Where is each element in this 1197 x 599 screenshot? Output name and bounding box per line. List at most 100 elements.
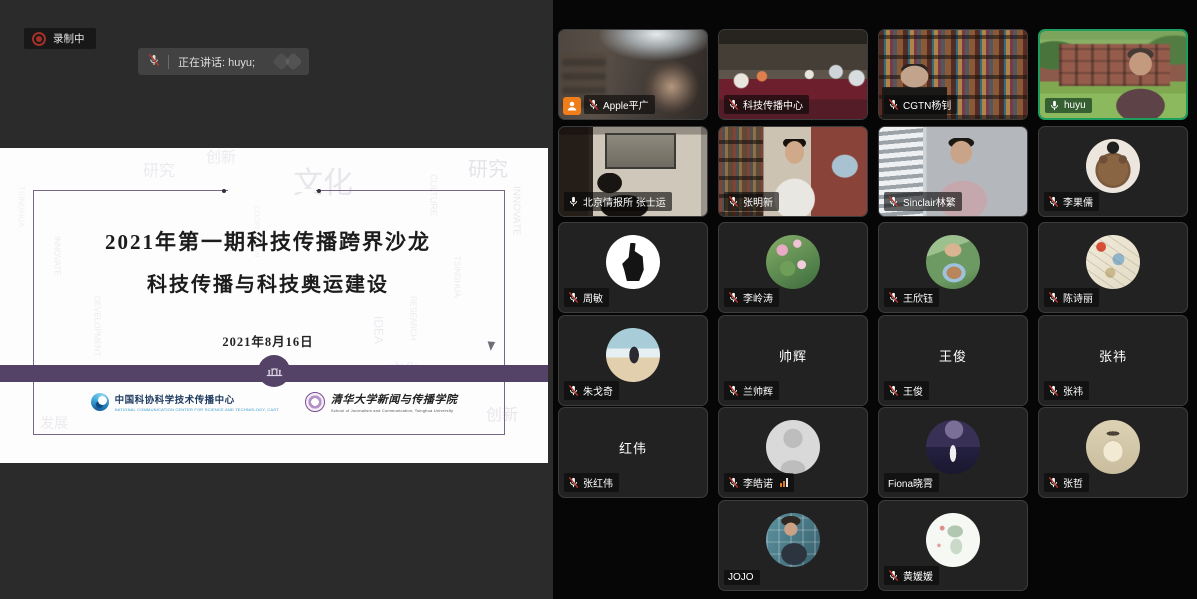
participant-tile[interactable]: 北京情报所 张士运 <box>558 126 708 217</box>
participant-name-bar: Sinclair林繁 <box>884 192 962 211</box>
participant-name: Sinclair林繁 <box>903 194 956 209</box>
participants-grid: Apple平广 科技传播中心 CGTN杨钊 huyu 北京情报所 张士运 张明新 Sincl… <box>553 0 1197 599</box>
participant-name: 李果儒 <box>1063 194 1093 209</box>
gate-icon <box>266 365 283 377</box>
participant-name: 张红伟 <box>583 475 613 490</box>
participant-tile[interactable]: 王欣钰 <box>878 222 1028 313</box>
participant-name: JOJO <box>728 572 754 583</box>
muted-mic-icon <box>1048 385 1059 396</box>
org-cast-name: 中国科协科学技术传播中心 <box>115 392 279 406</box>
slide-title-line1: 2021年第一期科技传播跨界沙龙 <box>33 226 503 256</box>
participant-tile[interactable]: 黄媛媛 <box>878 500 1028 591</box>
participant-name-bar: Fiona晓霄 <box>884 473 939 492</box>
tsinghua-logo-icon <box>305 392 325 412</box>
muted-mic-icon <box>1048 196 1059 207</box>
screen-share-pane: 录制中 正在讲话: huyu; 研究创新文化研究INNOVATECULTURET… <box>0 0 553 599</box>
watermark-text: 创新 <box>206 150 236 166</box>
watermark-text: 研究 <box>143 164 175 181</box>
muted-mic-icon <box>728 385 739 396</box>
participant-name: 李岭涛 <box>743 290 773 305</box>
participant-tile[interactable]: JOJO <box>718 500 868 591</box>
participant-tile[interactable]: 红伟张红伟 <box>558 407 708 498</box>
participant-name-bar: Apple平广 <box>584 95 655 114</box>
participant-name-bar: 朱戈奇 <box>564 381 619 400</box>
watermark-text: 研究 <box>468 160 508 181</box>
initials-avatar: 王俊 <box>926 328 980 382</box>
recording-icon <box>32 32 46 46</box>
participant-tile[interactable]: 李皓诺 <box>718 407 868 498</box>
speaking-label: 正在讲话: huyu; <box>178 54 255 70</box>
participant-name-bar: 张明新 <box>724 192 779 211</box>
participant-tile[interactable]: CGTN杨钊 <box>878 29 1028 120</box>
muted-mic-icon <box>888 196 899 207</box>
muted-mic-icon <box>888 385 899 396</box>
participant-name-bar: 李果儒 <box>1044 192 1099 211</box>
participant-tile[interactable]: 张哲 <box>1038 407 1188 498</box>
participant-tile[interactable]: 周敏 <box>558 222 708 313</box>
participant-tile[interactable]: 陈诗丽 <box>1038 222 1188 313</box>
participant-tile[interactable]: 朱戈奇 <box>558 315 708 406</box>
participant-tile[interactable]: 张祎张祎 <box>1038 315 1188 406</box>
participant-name: 兰帅辉 <box>743 383 773 398</box>
divider <box>168 55 169 69</box>
muted-mic-icon <box>888 570 899 581</box>
participant-tile[interactable]: 李岭涛 <box>718 222 868 313</box>
participant-name: huyu <box>1064 100 1086 111</box>
participant-tile[interactable]: 科技传播中心 <box>718 29 868 120</box>
participant-name-bar: 周敏 <box>564 288 609 307</box>
participant-tile[interactable]: 帅辉兰帅辉 <box>718 315 868 406</box>
participant-name-bar: huyu <box>1045 98 1092 113</box>
avatar <box>1086 139 1140 193</box>
participant-tile[interactable]: Fiona晓霄 <box>878 407 1028 498</box>
muted-mic-icon <box>568 477 579 488</box>
muted-mic-icon <box>1048 477 1059 488</box>
cast-logo-icon <box>91 393 109 411</box>
participant-name-bar: 李岭涛 <box>724 288 779 307</box>
participant-name-bar: 王俊 <box>884 381 929 400</box>
muted-mic-icon <box>148 54 160 69</box>
gate-emblem <box>258 355 290 387</box>
recording-label: 录制中 <box>53 31 85 46</box>
avatar <box>766 420 820 474</box>
muted-mic-icon <box>888 292 899 303</box>
avatar <box>1086 420 1140 474</box>
slide-date: 2021年8月16日 <box>33 331 503 350</box>
user-badge-icon <box>563 97 581 115</box>
participant-tile[interactable]: Sinclair林繁 <box>878 126 1028 217</box>
muted-mic-icon <box>1048 292 1059 303</box>
participant-name: 张哲 <box>1063 475 1083 490</box>
org-tsinghua-subtitle: School of Journalism and Communication, … <box>331 408 458 413</box>
participant-name-bar: 兰帅辉 <box>724 381 779 400</box>
avatar <box>1086 235 1140 289</box>
participant-name-bar: 张哲 <box>1044 473 1089 492</box>
active-speaker-bar: 正在讲话: huyu; <box>138 48 309 75</box>
participant-name: Fiona晓霄 <box>888 475 933 490</box>
org-tsinghua-name: 清华大学新闻与传播学院 <box>331 391 458 407</box>
network-signal-icon <box>780 478 788 487</box>
participant-name: Apple平广 <box>603 97 649 112</box>
participant-tile[interactable]: 王俊王俊 <box>878 315 1028 406</box>
slide-logos: 中国科协科学技术传播中心 NATIONAL COMMUNICATION CENT… <box>0 391 548 413</box>
muted-mic-icon <box>588 99 599 110</box>
muted-mic-icon <box>728 196 739 207</box>
org-cast: 中国科协科学技术传播中心 NATIONAL COMMUNICATION CENT… <box>91 392 279 412</box>
participant-name: 北京情报所 张士运 <box>583 194 666 209</box>
avatar <box>926 420 980 474</box>
participant-name: 陈诗丽 <box>1063 290 1093 305</box>
participant-name-bar: 黄媛媛 <box>884 566 939 585</box>
initials-avatar: 张祎 <box>1086 328 1140 382</box>
participant-tile[interactable]: Apple平广 <box>558 29 708 120</box>
participant-tile[interactable]: huyu <box>1038 29 1188 120</box>
participant-tile[interactable]: 张明新 <box>718 126 868 217</box>
participant-name-bar: CGTN杨钊 <box>884 95 957 114</box>
participant-name: 周敏 <box>583 290 603 305</box>
muted-mic-icon <box>568 385 579 396</box>
avatar <box>606 328 660 382</box>
avatar <box>766 235 820 289</box>
participant-name-bar: 王欣钰 <box>884 288 939 307</box>
avatar <box>926 235 980 289</box>
participant-name: 张明新 <box>743 194 773 209</box>
meeting-window: 录制中 正在讲话: huyu; 研究创新文化研究INNOVATECULTURET… <box>0 0 1197 599</box>
participant-tile[interactable]: 李果儒 <box>1038 126 1188 217</box>
participant-name-bar: 科技传播中心 <box>724 95 809 114</box>
